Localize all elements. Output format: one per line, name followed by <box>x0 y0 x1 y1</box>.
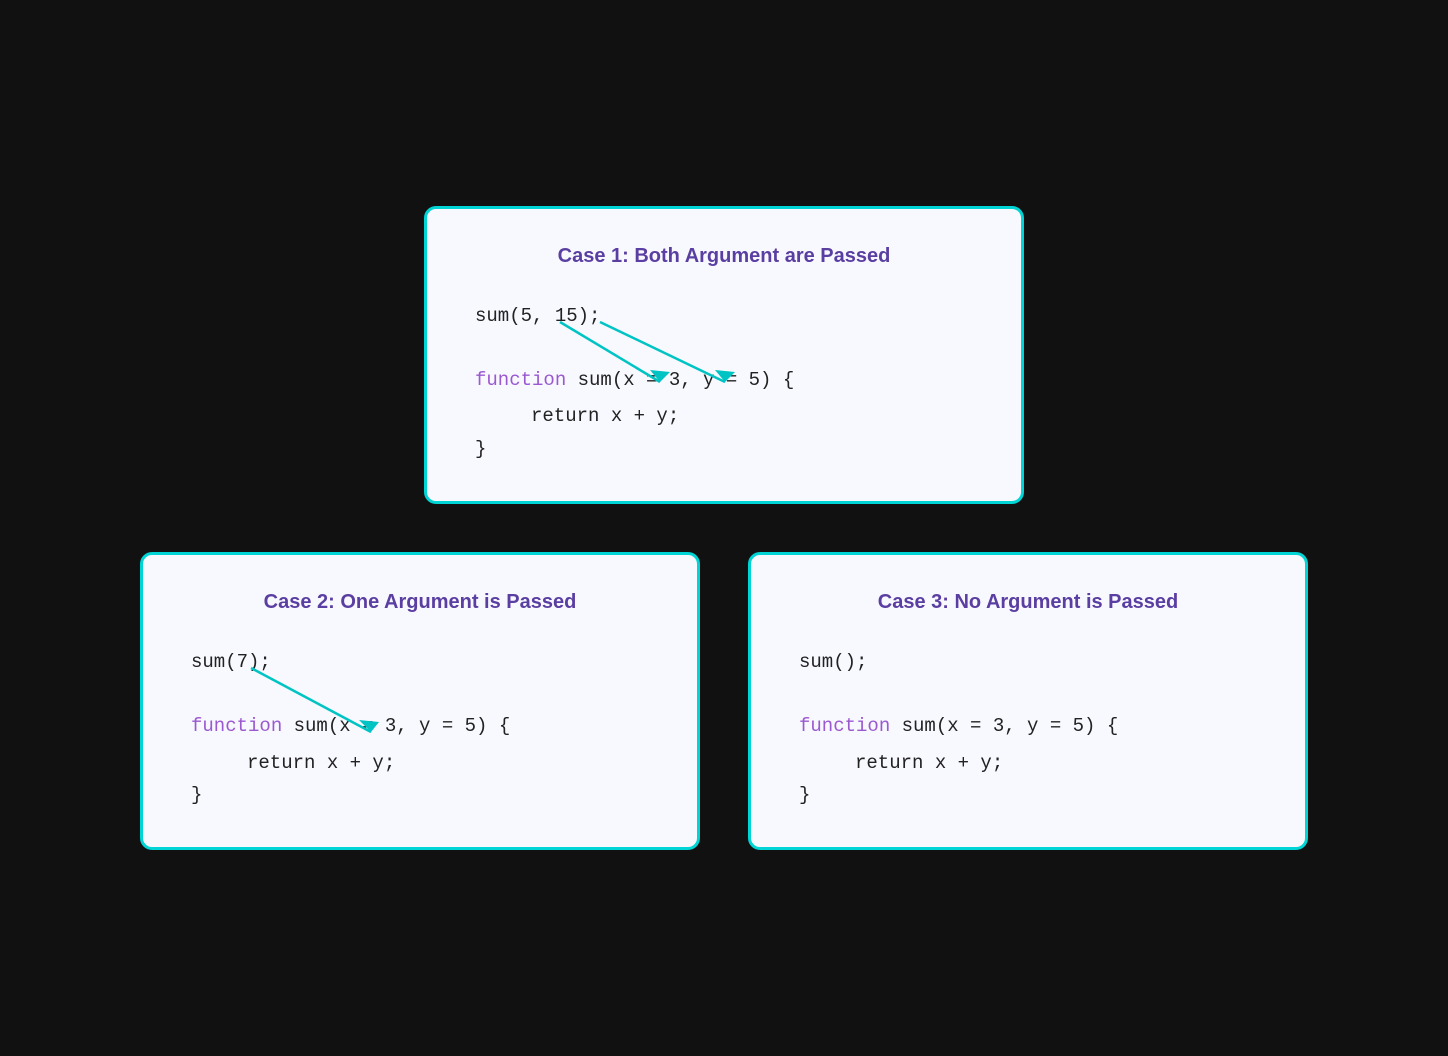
case3-return: return x + y; <box>799 747 1257 779</box>
case2-title: Case 2: One Argument is Passed <box>191 591 649 614</box>
case2-code: sum(7); function sum(x = 3, y = 5) { ret… <box>191 646 649 811</box>
case3-keyword: function <box>799 715 890 737</box>
case2-close: } <box>191 779 649 811</box>
case2-call: sum(7); <box>191 646 649 678</box>
case2-card: Case 2: One Argument is Passed sum(7); f… <box>140 552 700 850</box>
case2-funcsig: sum(x = 3, y = 5) { <box>294 715 511 737</box>
case1-code: sum(5, 15); function sum(x = 3, y = 5) {… <box>475 300 973 465</box>
case3-code: sum(); function sum(x = 3, y = 5) { retu… <box>799 646 1257 811</box>
case3-close: } <box>799 779 1257 811</box>
main-container: Case 1: Both Argument are Passed sum(5, … <box>100 166 1348 890</box>
case1-keyword: function <box>475 369 566 391</box>
case3-title: Case 3: No Argument is Passed <box>799 591 1257 614</box>
case3-funcsig: sum(x = 3, y = 5) { <box>902 715 1119 737</box>
case2-return: return x + y; <box>191 747 649 779</box>
case1-card: Case 1: Both Argument are Passed sum(5, … <box>424 206 1024 504</box>
case3-card: Case 3: No Argument is Passed sum(); fun… <box>748 552 1308 850</box>
case3-func: function sum(x = 3, y = 5) { <box>799 710 1257 742</box>
case1-title: Case 1: Both Argument are Passed <box>475 245 973 268</box>
case2-keyword: function <box>191 715 282 737</box>
bottom-row: Case 2: One Argument is Passed sum(7); f… <box>140 552 1308 850</box>
case3-call: sum(); <box>799 646 1257 678</box>
case1-funcsig: sum(x = 3, y = 5) { <box>578 369 795 391</box>
case1-call: sum(5, 15); <box>475 300 973 332</box>
case1-func: function sum(x = 3, y = 5) { <box>475 364 973 396</box>
case1-return: return x + y; <box>475 400 973 432</box>
case2-func: function sum(x = 3, y = 5) { <box>191 710 649 742</box>
case1-close: } <box>475 433 973 465</box>
